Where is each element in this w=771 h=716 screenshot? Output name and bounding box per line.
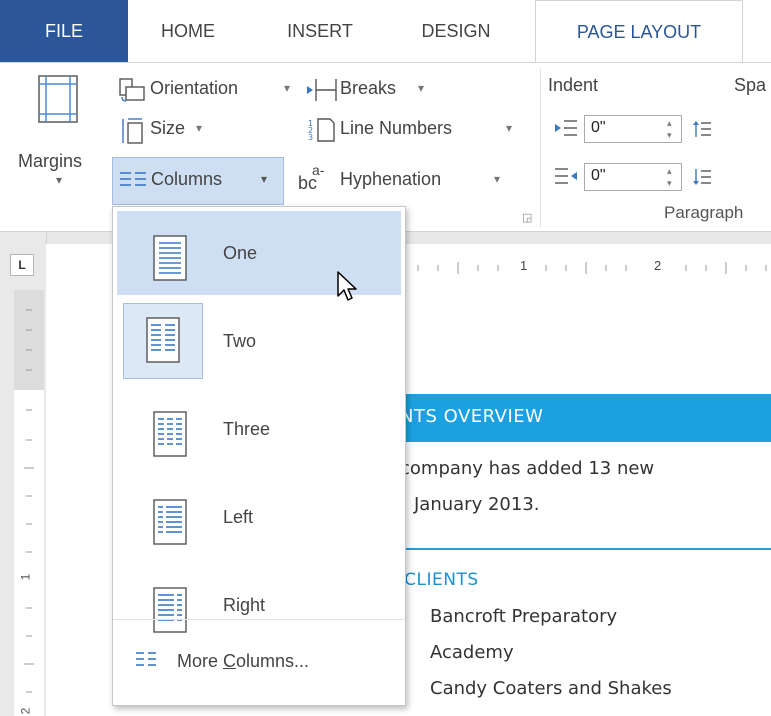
section-heading: NTS OVERVIEW <box>400 406 544 427</box>
vruler-number-2: 2 <box>18 707 33 715</box>
menu-item-label: One <box>223 243 258 263</box>
line-numbers-label: Line Numbers <box>340 118 453 138</box>
body-paragraph-line1: company has added 13 new <box>400 458 655 479</box>
tab-insert[interactable]: INSERT <box>272 0 368 62</box>
margins-icon <box>38 75 78 123</box>
body-paragraph-line2: January 2013. <box>414 494 540 515</box>
divider-line <box>392 548 771 550</box>
menu-separator <box>113 619 405 620</box>
menu-item-label: Two <box>223 331 257 351</box>
group-divider <box>540 69 541 227</box>
indent-left-icon <box>554 119 578 137</box>
paragraph-group-label: Paragraph <box>664 203 744 222</box>
one-column-icon <box>139 227 201 291</box>
columns-option-two[interactable]: Two <box>117 299 401 383</box>
more-columns-suffix: olumns... <box>236 651 310 671</box>
hruler-number-1: 1 <box>520 258 528 273</box>
size-icon <box>120 117 144 145</box>
columns-option-three[interactable]: Three <box>117 387 401 471</box>
spacing-before-icon <box>692 119 712 139</box>
svg-text:3: 3 <box>308 133 313 142</box>
tab-design[interactable]: DESIGN <box>400 0 512 62</box>
dialog-launcher-icon[interactable]: ◲ <box>522 211 532 224</box>
spinner-arrows-icon[interactable]: ▴ ▾ <box>667 165 672 189</box>
orientation-icon <box>118 77 146 103</box>
chevron-down-icon: ▾ <box>56 173 63 187</box>
breaks-label: Breaks <box>340 78 397 98</box>
more-columns-icon <box>135 651 157 667</box>
indent-right-spinner[interactable]: 0" ▴ ▾ <box>584 163 682 191</box>
spacing-after-icon <box>692 167 712 187</box>
heading-band: NTS OVERVIEW <box>392 394 771 442</box>
spinner-arrows-icon[interactable]: ▴ ▾ <box>667 117 672 141</box>
hruler-number-2: 2 <box>654 258 662 273</box>
more-columns-label: More Columns... <box>177 621 309 701</box>
tab-selector-button[interactable]: L <box>10 254 34 276</box>
vertical-ruler-track: 1 2 <box>14 290 44 716</box>
menu-item-label: Three <box>223 419 271 439</box>
orientation-button[interactable]: Orientation ▾ <box>116 75 304 105</box>
size-button[interactable]: Size ▾ <box>116 115 226 145</box>
indent-label: Indent <box>548 75 599 95</box>
indent-right-value: 0" <box>591 167 606 184</box>
client-list-item: Candy Coaters and Shakes <box>430 678 672 699</box>
chevron-down-icon: ▾ <box>418 81 425 95</box>
columns-option-left[interactable]: Left <box>117 475 401 559</box>
columns-icon <box>119 170 147 190</box>
chevron-down-icon: ▾ <box>284 81 291 95</box>
size-label: Size <box>150 118 186 138</box>
more-columns-menu-item[interactable]: More Columns... <box>113 621 405 701</box>
more-columns-access-key: C <box>223 651 237 671</box>
chevron-down-icon: ▾ <box>506 121 513 135</box>
hyphenation-button[interactable]: a- bc Hyphenation ▾ <box>298 163 518 197</box>
more-columns-prefix: More <box>177 651 224 671</box>
vruler-number-1: 1 <box>18 573 33 581</box>
columns-button[interactable]: Columns ▾ <box>112 157 284 205</box>
left-column-icon <box>139 491 201 555</box>
line-numbers-icon: 1 2 3 <box>306 117 336 143</box>
columns-dropdown-menu: One Two Three Left Right More Columns... <box>112 206 406 706</box>
margins-label: Margins <box>18 151 83 171</box>
breaks-button[interactable]: Breaks ▾ <box>306 75 436 105</box>
chevron-down-icon: ▾ <box>494 172 501 186</box>
menu-item-label: Left <box>223 507 254 527</box>
three-columns-icon <box>139 403 201 467</box>
line-numbers-button[interactable]: 1 2 3 Line Numbers ▾ <box>306 115 526 145</box>
client-list-item: Academy <box>430 642 514 663</box>
hyphenation-label: Hyphenation <box>340 169 442 189</box>
columns-label: Columns <box>151 169 223 189</box>
orientation-label: Orientation <box>150 78 239 98</box>
indent-left-value: 0" <box>591 119 606 136</box>
indent-left-spinner[interactable]: 0" ▴ ▾ <box>584 115 682 143</box>
client-list-item: Bancroft Preparatory <box>430 606 618 627</box>
chevron-down-icon: ▾ <box>196 121 203 135</box>
two-columns-icon <box>123 303 203 379</box>
margins-button[interactable]: Margins ▾ <box>4 69 110 197</box>
indent-right-icon <box>554 167 578 185</box>
ribbon-tab-bar: FILE HOME INSERT DESIGN PAGE LAYOUT <box>0 0 771 64</box>
breaks-icon <box>306 77 338 103</box>
tab-page-layout[interactable]: PAGE LAYOUT <box>535 0 743 64</box>
mouse-pointer-icon <box>336 270 360 309</box>
tab-file[interactable]: FILE <box>0 0 128 62</box>
chevron-down-icon: ▾ <box>261 172 268 186</box>
tab-home[interactable]: HOME <box>138 0 238 62</box>
spacing-label: Spa <box>734 75 767 95</box>
